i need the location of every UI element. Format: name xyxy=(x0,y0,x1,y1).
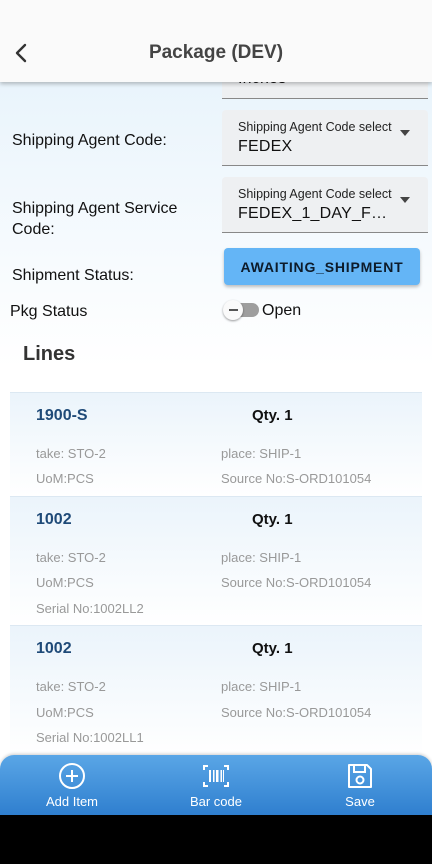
line-item-qty: Qty. 1 xyxy=(252,407,293,424)
line-item-code: 1002 xyxy=(36,640,72,657)
shipment-status-button[interactable]: AWAITING_SHIPMENT xyxy=(224,248,420,285)
lines-title: Lines xyxy=(23,343,76,365)
bottom-nav: Add Item Bar code Save xyxy=(0,755,432,815)
line-item-source: Source No:S-ORD101054 xyxy=(221,705,372,720)
shipping-agent-code-label: Shipping Agent Code: xyxy=(12,132,167,149)
shipping-agent-service-code-label: Shipping Agent Service Code: xyxy=(12,200,178,238)
add-item-button[interactable]: Add Item xyxy=(17,761,127,809)
toggle-thumb xyxy=(223,300,243,320)
line-item-place: place: SHIP-1 xyxy=(221,679,302,694)
line-item-code: 1002 xyxy=(36,511,72,528)
line-item-qty: Qty. 1 xyxy=(252,640,293,657)
list-item[interactable]: 1002 Qty. 1 take: STO-2 place: SHIP-1 Uo… xyxy=(10,496,422,625)
add-item-label: Add Item xyxy=(45,794,99,809)
app-header: Package (DEV) xyxy=(0,0,432,82)
line-item-uom: UoM:PCS xyxy=(36,705,94,720)
line-item-qty: Qty. 1 xyxy=(252,511,293,528)
pkg-status-value: Open xyxy=(262,302,302,319)
save-icon xyxy=(348,764,372,788)
shipping-agent-service-code-value: FEDEX_1_DAY_FRE... xyxy=(238,205,398,222)
barcode-icon xyxy=(203,765,229,787)
line-item-uom: UoM:PCS xyxy=(36,471,94,486)
chevron-down-icon xyxy=(400,197,410,203)
line-item-serial: Serial No:1002LL2 xyxy=(36,601,144,616)
chevron-down-icon xyxy=(400,130,410,136)
barcode-button[interactable]: Bar code xyxy=(161,761,271,809)
toggle-off-icon xyxy=(228,309,238,311)
line-item-take: take: STO-2 xyxy=(36,446,106,461)
save-label: Save xyxy=(345,794,375,809)
line-item-place: place: SHIP-1 xyxy=(221,550,302,565)
pkg-status-toggle[interactable] xyxy=(223,300,259,320)
line-item-serial: Serial No:1002LL1 xyxy=(36,730,144,745)
line-item-code: 1900-S xyxy=(36,407,88,424)
line-item-place: place: SHIP-1 xyxy=(221,446,302,461)
line-item-take: take: STO-2 xyxy=(36,550,106,565)
shipping-agent-service-code-hint: Shipping Agent Code select xyxy=(238,187,392,201)
shipping-agent-code-value: FEDEX xyxy=(238,138,293,155)
shipment-status-label: Shipment Status: xyxy=(12,267,134,284)
shipping-agent-code-select[interactable]: Shipping Agent Code select FEDEX xyxy=(222,110,428,166)
line-item-source: Source No:S-ORD101054 xyxy=(221,575,372,590)
save-button[interactable]: Save xyxy=(305,761,415,809)
shipping-agent-code-hint: Shipping Agent Code select xyxy=(238,120,392,134)
add-circle-icon xyxy=(59,763,85,789)
line-item-uom: UoM:PCS xyxy=(36,575,94,590)
screen: Inches Shipping Agent Code: Shipping Age… xyxy=(0,0,432,815)
pkg-status-label: Pkg Status xyxy=(10,303,88,320)
list-item[interactable]: 1002 Qty. 1 take: STO-2 place: SHIP-1 Uo… xyxy=(10,625,422,755)
line-item-source: Source No:S-ORD101054 xyxy=(221,471,372,486)
system-nav-bar xyxy=(0,815,432,864)
list-item[interactable]: 1900-S Qty. 1 take: STO-2 place: SHIP-1 … xyxy=(10,392,422,496)
shipping-agent-service-code-select[interactable]: Shipping Agent Code select FEDEX_1_DAY_F… xyxy=(222,177,428,233)
line-item-take: take: STO-2 xyxy=(36,679,106,694)
page-title: Package (DEV) xyxy=(148,42,284,63)
barcode-label: Bar code xyxy=(189,794,243,809)
